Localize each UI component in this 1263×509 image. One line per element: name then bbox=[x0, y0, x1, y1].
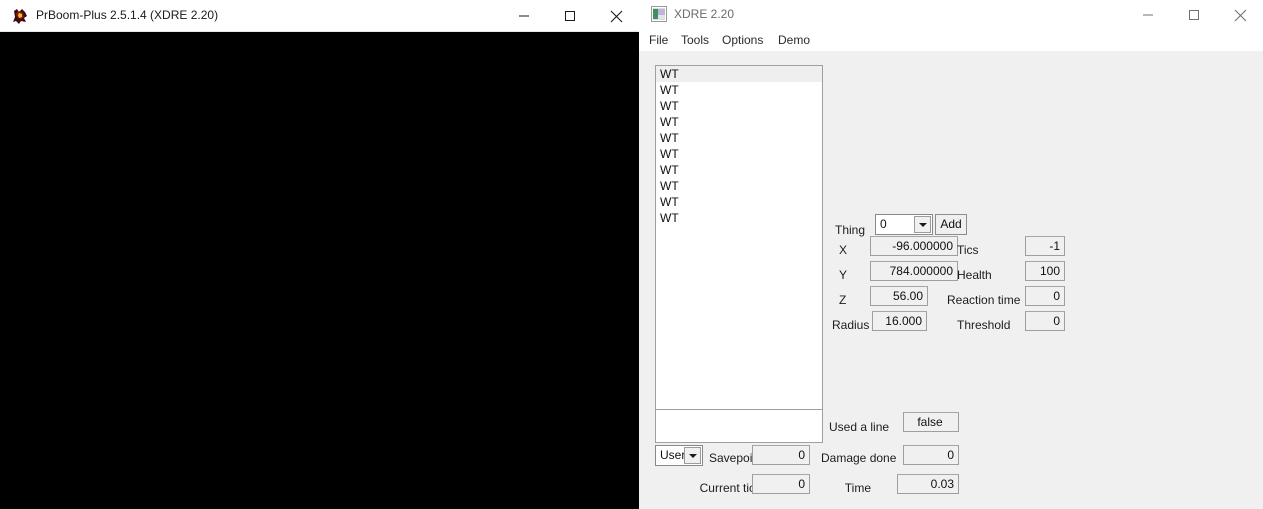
list-item[interactable]: WT bbox=[656, 82, 822, 98]
maximize-icon[interactable] bbox=[547, 0, 593, 32]
user-select-value: User bbox=[660, 448, 686, 462]
thing-label: Thing bbox=[835, 223, 866, 237]
menu-item-options[interactable]: Options bbox=[720, 31, 765, 50]
used-a-line-field[interactable]: false bbox=[903, 412, 959, 432]
time-label: Time bbox=[844, 481, 871, 495]
list-item[interactable]: WT bbox=[656, 146, 822, 162]
list-item[interactable]: WT bbox=[656, 194, 822, 210]
thing-health-label: Health bbox=[957, 268, 992, 282]
xdre-window: XDRE 2.20 File Tools Options Demo WT WT … bbox=[639, 0, 1263, 509]
list-item[interactable]: WT bbox=[656, 130, 822, 146]
user-select[interactable]: User bbox=[655, 445, 703, 466]
chevron-down-icon[interactable] bbox=[684, 447, 701, 464]
xdre-client-area: WT WT WT WT WT WT WT WT WT WT Input (P)R… bbox=[639, 51, 1263, 509]
time-field[interactable]: 0.03 bbox=[897, 474, 959, 494]
maximize-icon[interactable] bbox=[1171, 0, 1217, 30]
list-item[interactable]: WT bbox=[656, 66, 822, 82]
thing-x-field[interactable]: -96.000000 bbox=[870, 236, 958, 256]
current-tic-field[interactable]: 0 bbox=[752, 474, 810, 494]
savepoint-field[interactable]: 0 bbox=[752, 445, 810, 465]
notes-textbox[interactable] bbox=[655, 409, 823, 443]
list-item[interactable]: WT bbox=[656, 210, 822, 226]
thing-z-label: Z bbox=[839, 293, 847, 307]
minimize-icon[interactable] bbox=[1125, 0, 1171, 30]
thing-tics-label: Tics bbox=[957, 243, 979, 257]
list-item[interactable]: WT bbox=[656, 162, 822, 178]
thing-y-label: Y bbox=[839, 268, 848, 282]
thing-select[interactable]: 0 bbox=[875, 214, 933, 235]
prboom-window-title: PrBoom-Plus 2.5.1.4 (XDRE 2.20) bbox=[36, 8, 219, 22]
thing-reaction-time-field[interactable]: 0 bbox=[1025, 286, 1065, 306]
thing-radius-field[interactable]: 16.000 bbox=[872, 311, 927, 331]
screen: PrBoom-Plus 2.5.1.4 (XDRE 2.20) XDRE 2.2… bbox=[0, 0, 1263, 509]
thing-z-field[interactable]: 56.00 bbox=[870, 286, 928, 306]
close-icon[interactable] bbox=[1217, 0, 1263, 30]
prboom-titlebar[interactable]: PrBoom-Plus 2.5.1.4 (XDRE 2.20) bbox=[0, 0, 639, 32]
chevron-down-icon[interactable] bbox=[914, 216, 931, 233]
used-a-line-label: Used a line bbox=[829, 420, 890, 434]
thing-add-button[interactable]: Add bbox=[935, 214, 967, 235]
xdre-titlebar[interactable]: XDRE 2.20 bbox=[639, 0, 1263, 30]
xdre-window-title: XDRE 2.20 bbox=[674, 7, 735, 21]
xdre-menubar: File Tools Options Demo bbox=[639, 30, 1263, 51]
thing-select-value: 0 bbox=[880, 217, 887, 231]
prboom-game-canvas[interactable] bbox=[0, 32, 639, 509]
thing-reaction-time-label: Reaction time bbox=[947, 293, 1021, 307]
thing-threshold-field[interactable]: 0 bbox=[1025, 311, 1065, 331]
list-item[interactable]: WT bbox=[656, 98, 822, 114]
damage-done-field[interactable]: 0 bbox=[903, 445, 959, 465]
minimize-icon[interactable] bbox=[501, 0, 547, 32]
close-icon[interactable] bbox=[593, 0, 639, 32]
menu-item-demo[interactable]: Demo bbox=[776, 31, 812, 50]
menu-item-tools[interactable]: Tools bbox=[679, 31, 711, 50]
prboom-app-icon bbox=[11, 7, 29, 25]
thing-threshold-label: Threshold bbox=[957, 318, 1011, 332]
wt-listbox[interactable]: WT WT WT WT WT WT WT WT WT WT bbox=[655, 65, 823, 435]
current-tic-label: Current tic bbox=[699, 481, 755, 495]
thing-y-field[interactable]: 784.000000 bbox=[870, 261, 958, 281]
thing-x-label: X bbox=[839, 243, 848, 257]
thing-health-field[interactable]: 100 bbox=[1025, 261, 1065, 281]
xdre-app-icon bbox=[651, 6, 667, 22]
list-item[interactable]: WT bbox=[656, 114, 822, 130]
list-item[interactable]: WT bbox=[656, 178, 822, 194]
prboom-window: PrBoom-Plus 2.5.1.4 (XDRE 2.20) bbox=[0, 0, 639, 509]
thing-tics-field[interactable]: -1 bbox=[1025, 236, 1065, 256]
damage-done-label: Damage done bbox=[821, 451, 897, 465]
menu-item-file[interactable]: File bbox=[647, 31, 670, 50]
